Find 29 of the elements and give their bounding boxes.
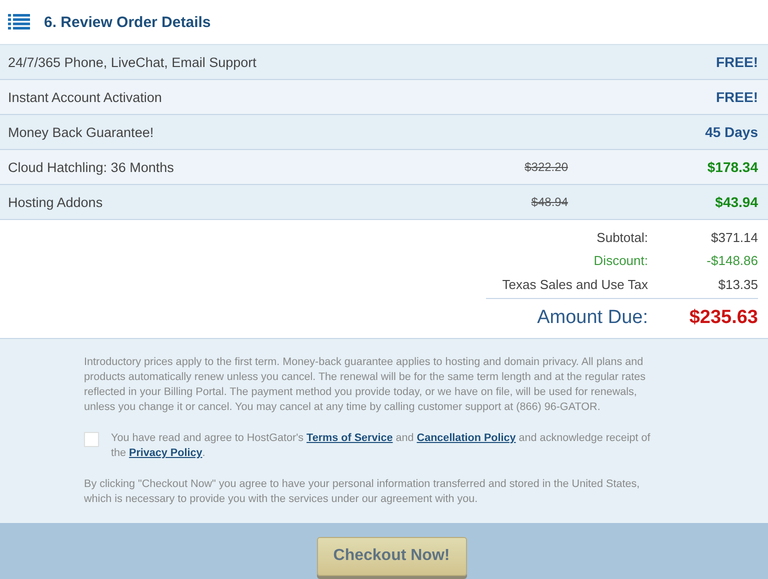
item-label: Hosting Addons — [8, 194, 104, 210]
item-label: 24/7/365 Phone, LiveChat, Email Support — [8, 54, 258, 70]
item-price: FREE! — [715, 89, 758, 105]
consent-text: By clicking "Checkout Now" you agree to have your personal information transferred and stored in the United States, which is necessary to provide you with the services under our agreement with you. — [84, 477, 641, 507]
item-label: Cloud Hatchling: 36 Months — [8, 160, 175, 174]
disclaimer-text: Introductory prices apply to the first term. Money-back guarantee applies to hosting and domain privacy. All plans and products automatically renew unless you cancel. The renewal will be for the same term length and at the regular rates reflected in your Billing Portal. The payment method you provide today, or we have on file, will be used for renewals, unless you change it or cancel. You may cancel at any time by calling customer support at (866) 96-GATOR. — [84, 355, 647, 415]
item-price: 45 Days — [704, 124, 758, 140]
summary-label: Subtotal: — [596, 230, 648, 246]
section-title: 6. Review Order Details — [44, 14, 211, 30]
original-price: $48.94 — [530, 195, 568, 209]
original-price: $322.20 — [524, 160, 568, 174]
policy-link[interactable]: Terms of Service — [306, 432, 393, 444]
policy-link[interactable]: Privacy Policy — [129, 447, 202, 459]
summary-value: $235.63 — [688, 307, 758, 330]
summary-value: $13.35 — [717, 276, 758, 292]
item-price: $43.94 — [714, 194, 758, 210]
summary-value: $371.14 — [710, 230, 758, 246]
policy-link[interactable]: Cancellation Policy — [416, 432, 516, 444]
summary-label: Discount: — [594, 253, 648, 268]
item-label: Instant Account Activation — [8, 90, 163, 104]
agree-checkbox[interactable] — [84, 432, 99, 447]
menu-icon — [8, 14, 30, 30]
summary-value: -$148.86 — [706, 253, 758, 268]
item-label: Money Back Guarantee! — [8, 124, 155, 140]
item-price: $178.34 — [706, 159, 758, 175]
summary-label: Texas Sales and Use Tax — [502, 276, 648, 292]
summary-label: Amount Due: — [537, 307, 648, 330]
agreement-text: You have read and agree to HostGator's Terms of Service and Cancellation Policy and acknowledge receipt of the Privacy Policy. — [111, 431, 652, 461]
item-price: FREE! — [715, 54, 758, 70]
